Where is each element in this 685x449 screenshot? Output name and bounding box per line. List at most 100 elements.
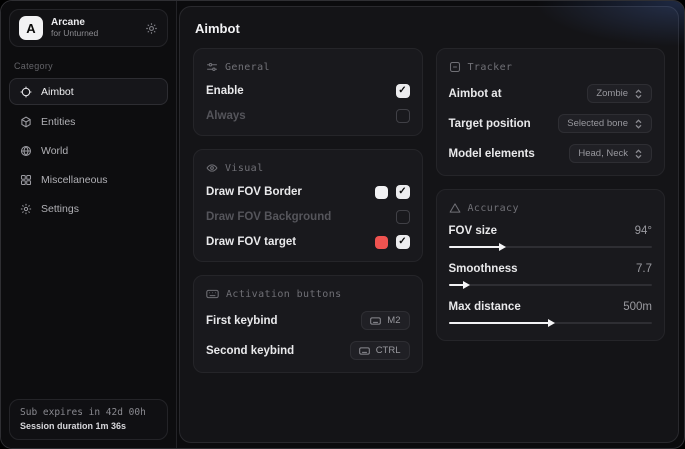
gear-icon [20,203,32,215]
card-title: Activation buttons [226,289,342,300]
main-panel: Aimbot General [179,6,679,443]
draw-fov-background-checkbox[interactable] [396,210,410,224]
sidebar: A Arcane for Unturned Category Aimbot [1,1,177,448]
setting-label: Draw FOV target [206,236,296,248]
sliders-icon [206,61,218,73]
aimbot-at-select[interactable]: Zombie [587,84,652,103]
right-column: Tracker Aimbot at Zombie [436,48,666,341]
smoothness-slider[interactable] [449,280,653,290]
setting-row: Aimbot at Zombie [449,84,653,103]
setting-row: First keybind M2 [206,311,410,330]
app-window: A Arcane for Unturned Category Aimbot [0,0,685,449]
draw-fov-target-checkbox[interactable]: ✓ [396,235,410,249]
keyboard-icon [206,288,219,300]
slider-fill [449,246,502,248]
scan-icon [449,61,461,73]
setting-label: Always [206,110,246,122]
keyboard-icon [359,346,370,356]
unfold-icon [634,149,643,159]
card-title: Tracker [468,62,513,73]
main-area: Aimbot General [177,1,684,448]
setting-row: Smoothness 7.7 [449,263,653,275]
gear-icon[interactable] [145,22,158,35]
sidebar-item-settings[interactable]: Settings [9,196,168,221]
activation-card-header: Activation buttons [206,288,410,300]
sidebar-item-label: World [41,145,68,157]
slider-thumb[interactable] [499,243,506,251]
card-title: Visual [225,163,264,174]
setting-label: Aimbot at [449,88,502,100]
target-position-select[interactable]: Selected bone [558,114,652,133]
visual-card: Visual Draw FOV Border ✓ Draw FOV Backgr… [193,149,423,262]
tracker-card: Tracker Aimbot at Zombie [436,48,666,176]
sidebar-item-label: Entities [41,116,75,128]
setting-label: Enable [206,85,244,97]
activation-card: Activation buttons First keybind M2 [193,275,423,373]
smoothness-value: 7.7 [636,263,652,275]
unfold-icon [634,89,643,99]
fov-size-slider[interactable] [449,242,653,252]
eye-icon [206,162,218,174]
accuracy-card: Accuracy FOV size 94° Smoothness [436,189,666,341]
setting-row: Target position Selected bone [449,114,653,133]
setting-row: Max distance 500m [449,301,653,313]
keyboard-icon [370,316,381,326]
setting-label: First keybind [206,315,278,327]
general-card-header: General [206,61,410,73]
setting-label: Smoothness [449,263,518,275]
select-value: Selected bone [567,118,628,129]
slider-thumb[interactable] [548,319,555,327]
app-meta: Arcane for Unturned [51,17,98,38]
draw-fov-border-checkbox[interactable]: ✓ [396,185,410,199]
page-title: Aimbot [195,21,665,36]
setting-row: FOV size 94° [449,225,653,237]
select-value: Zombie [596,88,628,99]
second-keybind-button[interactable]: CTRL [350,341,410,360]
app-logo: A [19,16,43,40]
cube-icon [20,116,32,128]
card-title: General [225,62,270,73]
sidebar-item-label: Miscellaneous [41,174,108,186]
fov-border-color-swatch[interactable] [375,186,388,199]
setting-label: Second keybind [206,345,294,357]
globe-icon [20,145,32,157]
subscription-info-box: Sub expires in 42d 00h Session duration … [9,399,168,440]
setting-label: Max distance [449,301,521,313]
setting-label: Target position [449,118,531,130]
triangle-icon [449,202,461,214]
sidebar-item-world[interactable]: World [9,138,168,163]
always-checkbox[interactable] [396,109,410,123]
sidebar-item-aimbot[interactable]: Aimbot [9,78,168,105]
slider-track [449,284,653,286]
sidebar-item-entities[interactable]: Entities [9,109,168,134]
first-keybind-button[interactable]: M2 [361,311,409,330]
max-distance-slider[interactable] [449,318,653,328]
setting-row: Draw FOV target ✓ [206,235,410,249]
keybind-value: CTRL [376,345,401,356]
sub-expires-text: Sub expires in 42d 00h [20,407,157,418]
sidebar-item-miscellaneous[interactable]: Miscellaneous [9,167,168,192]
slider-thumb[interactable] [463,281,470,289]
setting-row: Model elements Head, Neck [449,144,653,163]
crosshair-icon [20,86,32,98]
enable-checkbox[interactable]: ✓ [396,84,410,98]
grid-icon [20,174,32,186]
max-distance-value: 500m [623,301,652,313]
model-elements-select[interactable]: Head, Neck [569,144,652,163]
setting-row: Draw FOV Background [206,210,410,224]
visual-card-header: Visual [206,162,410,174]
card-title: Accuracy [468,203,519,214]
select-value: Head, Neck [578,148,628,159]
sidebar-item-label: Aimbot [41,86,74,98]
left-column: General Enable ✓ Always [193,48,423,373]
category-label: Category [14,61,163,71]
tracker-card-header: Tracker [449,61,653,73]
slider-fill [449,322,551,324]
sidebar-item-label: Settings [41,203,79,215]
setting-row: Second keybind CTRL [206,341,410,360]
fov-target-color-swatch[interactable] [375,236,388,249]
setting-label: Draw FOV Border [206,186,302,198]
app-subtitle: for Unturned [51,29,98,39]
setting-label: Draw FOV Background [206,211,331,223]
session-duration-text: Session duration 1m 36s [20,421,157,431]
